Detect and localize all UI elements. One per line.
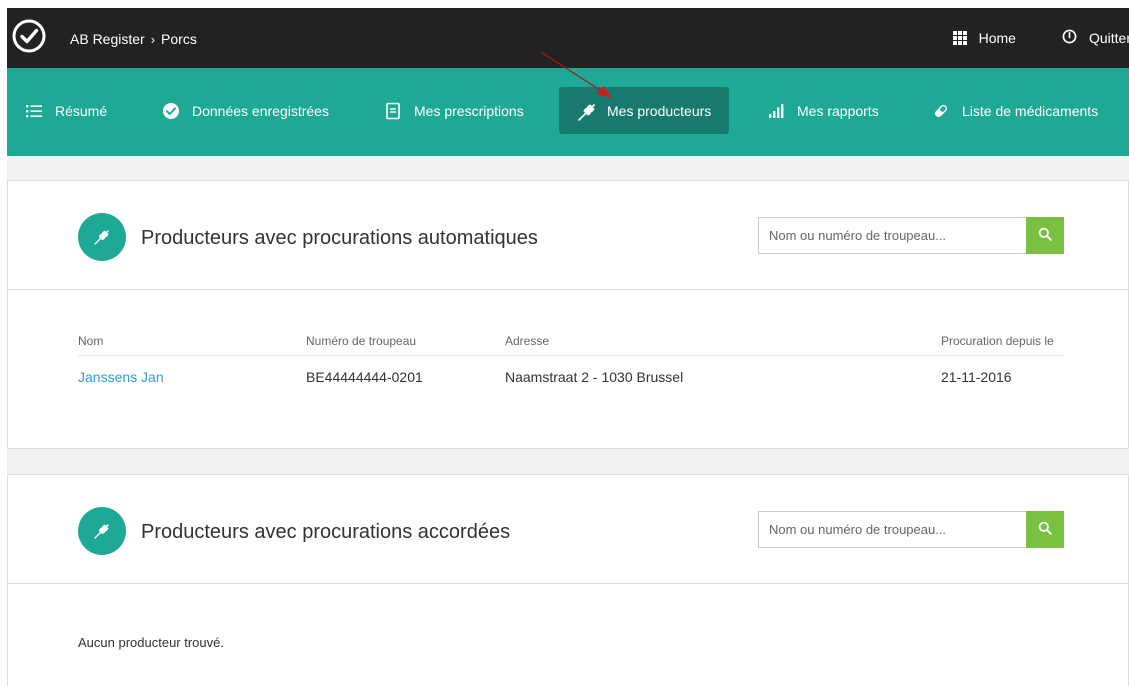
address: Naamstraat 2 - 1030 Brussel	[505, 369, 684, 385]
top-right-actions: Home Quitter	[952, 8, 1129, 68]
document-icon	[384, 102, 402, 120]
nav-item-prescriptions[interactable]: Mes prescriptions	[371, 87, 537, 134]
wheat-icon	[577, 102, 595, 121]
producers-table: Nom Numéro de troupeau Adresse Procurati…	[78, 331, 1064, 389]
nav-item-resume[interactable]: Résumé	[12, 87, 120, 134]
wheat-icon	[78, 213, 126, 261]
table-header: Nom Numéro de troupeau Adresse Procurati…	[78, 331, 1064, 356]
column-header-herd: Numéro de troupeau	[306, 334, 417, 348]
nav-label-rapports: Mes rapports	[797, 102, 879, 119]
search-icon	[1038, 521, 1052, 538]
column-header-name: Nom	[78, 334, 104, 348]
main-nav: Résumé Données enregistrées Mes prescrip…	[7, 68, 1129, 156]
check-circle-icon	[162, 102, 180, 120]
panel-header: Producteurs avec procurations automatiqu…	[8, 181, 1128, 290]
column-header-since: Procuration depuis le	[941, 334, 1054, 348]
panel-title: Producteurs avec procurations automatiqu…	[141, 227, 538, 249]
nav-label-prescriptions: Mes prescriptions	[414, 102, 524, 119]
herd-number: BE44444444-0201	[306, 369, 423, 385]
quit-link[interactable]: Quitter	[1062, 29, 1129, 47]
search-button[interactable]	[1026, 217, 1064, 254]
nav-label-producteurs: Mes producteurs	[607, 102, 712, 119]
nav-item-producteurs[interactable]: Mes producteurs	[559, 87, 729, 134]
empty-message: Aucun producteur trouvé.	[78, 635, 224, 650]
pill-icon	[932, 102, 950, 120]
breadcrumb: AB Register › Porcs	[70, 31, 197, 47]
search-input[interactable]	[758, 217, 1026, 254]
search-box	[758, 217, 1064, 254]
panel-granted-proxies: Producteurs avec procurations accordées …	[7, 474, 1129, 686]
panel-header: Producteurs avec procurations accordées	[8, 475, 1128, 584]
breadcrumb-app[interactable]: AB Register	[70, 31, 145, 47]
home-link[interactable]: Home	[952, 30, 1016, 46]
nav-item-medicaments[interactable]: Liste de médicaments	[919, 87, 1111, 134]
panel-automatic-proxies: Producteurs avec procurations automatiqu…	[7, 180, 1129, 449]
list-icon	[25, 102, 43, 120]
power-icon	[1062, 29, 1077, 47]
column-header-address: Adresse	[505, 334, 550, 348]
search-box	[758, 511, 1064, 548]
proxy-since-date: 21-11-2016	[941, 369, 1012, 385]
search-icon	[1038, 227, 1052, 244]
breadcrumb-species[interactable]: Porcs	[161, 31, 197, 47]
nav-item-rapports[interactable]: Mes rapports	[754, 87, 892, 134]
nav-label-resume: Résumé	[55, 102, 108, 119]
app-logo-check-icon[interactable]	[11, 18, 47, 54]
home-label: Home	[978, 30, 1016, 46]
table-row: Janssens Jan BE44444444-0201 Naamstraat …	[78, 356, 1064, 389]
nav-label-medicaments: Liste de médicaments	[962, 102, 1099, 119]
search-button[interactable]	[1026, 511, 1064, 548]
nav-label-donnees: Données enregistrées	[192, 102, 329, 119]
quit-label: Quitter	[1088, 30, 1129, 46]
apps-grid-icon	[952, 31, 967, 45]
top-bar: AB Register › Porcs Home Quitter	[7, 8, 1129, 68]
bar-chart-icon	[767, 102, 785, 120]
wheat-icon	[78, 507, 126, 555]
nav-item-donnees[interactable]: Données enregistrées	[149, 87, 342, 134]
search-input[interactable]	[758, 511, 1026, 548]
panel-title: Producteurs avec procurations accordées	[141, 521, 511, 543]
breadcrumb-chevron-icon: ›	[150, 31, 156, 47]
producer-name-link[interactable]: Janssens Jan	[78, 369, 164, 385]
